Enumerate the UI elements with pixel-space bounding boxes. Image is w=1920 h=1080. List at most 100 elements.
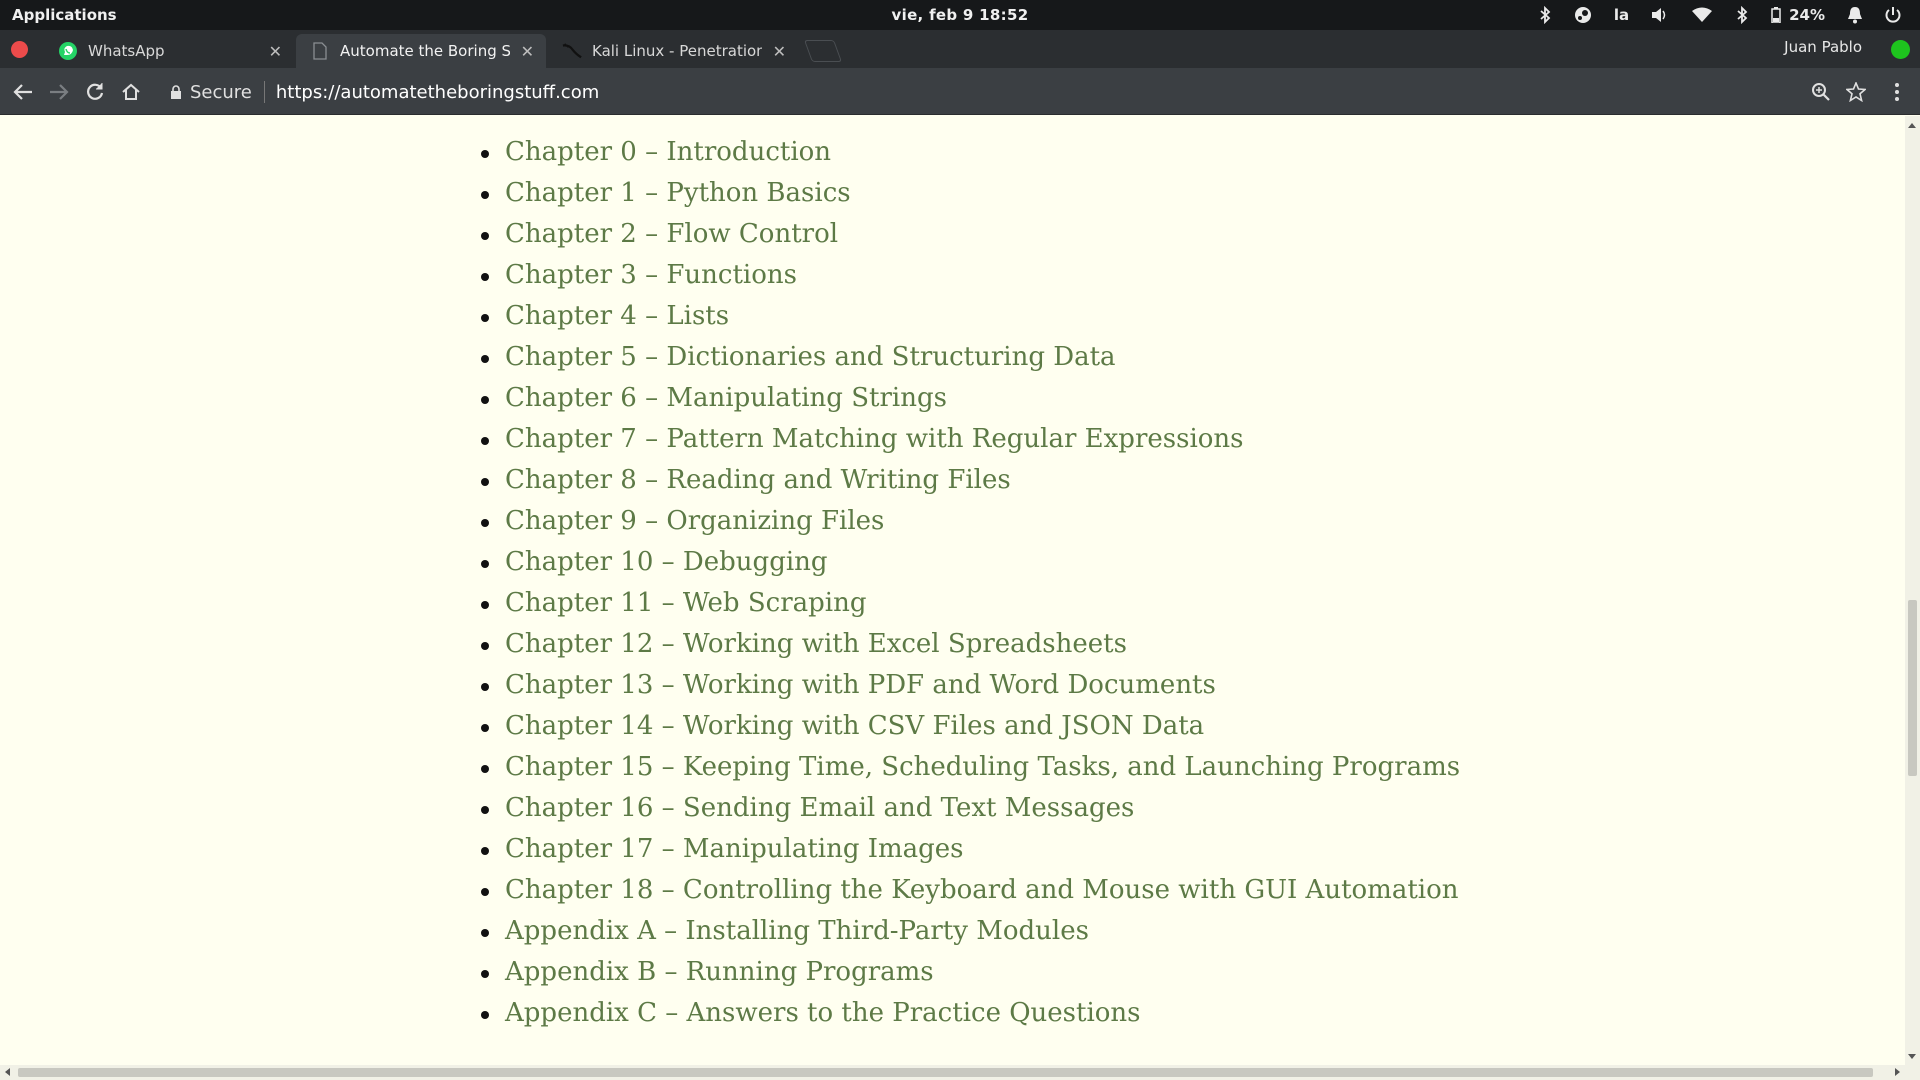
toc-link-text[interactable]: Chapter 12 – Working with Excel Spreadsh… xyxy=(505,629,1127,659)
toc-link[interactable]: Chapter 13 – Working with PDF and Word D… xyxy=(481,665,1460,706)
volume-icon[interactable] xyxy=(1640,0,1680,30)
battery-indicator[interactable]: 24% xyxy=(1760,0,1836,30)
toc-link-text[interactable]: Chapter 8 – Reading and Writing Files xyxy=(505,465,1011,495)
back-button[interactable] xyxy=(8,77,38,107)
toc-link-text[interactable]: Chapter 5 – Dictionaries and Structuring… xyxy=(505,342,1116,372)
list-bullet xyxy=(481,929,489,937)
profile-status-indicator xyxy=(1891,40,1910,59)
keyboard-layout-indicator[interactable]: la xyxy=(1603,0,1640,30)
list-bullet xyxy=(481,191,489,199)
list-bullet xyxy=(481,601,489,609)
browser-toolbar: Secure https://automatetheboringstuff.co… xyxy=(0,68,1920,115)
profile-name[interactable]: Juan Pablo xyxy=(1784,38,1862,56)
toc-link-text[interactable]: Chapter 4 – Lists xyxy=(505,301,729,331)
bluetooth-icon[interactable] xyxy=(1724,0,1760,30)
toc-link[interactable]: Chapter 14 – Working with CSV Files and … xyxy=(481,706,1460,747)
arrow-right-icon xyxy=(50,84,69,100)
toc-link[interactable]: Chapter 7 – Pattern Matching with Regula… xyxy=(481,419,1460,460)
horizontal-scrollbar[interactable] xyxy=(0,1065,1920,1080)
address-bar[interactable]: Secure https://automatetheboringstuff.co… xyxy=(160,76,1780,108)
toc-link[interactable]: Chapter 17 – Manipulating Images xyxy=(481,829,1460,870)
toc-link-text[interactable]: Appendix B – Running Programs xyxy=(505,957,934,987)
toc-link-text[interactable]: Chapter 7 – Pattern Matching with Regula… xyxy=(505,424,1244,454)
security-indicator[interactable]: Secure xyxy=(170,82,252,103)
toc-link[interactable]: Appendix A – Installing Third-Party Modu… xyxy=(481,911,1460,952)
vertical-scroll-thumb[interactable] xyxy=(1908,600,1917,776)
list-bullet xyxy=(481,232,489,240)
new-tab-button[interactable] xyxy=(803,40,843,62)
toc-link-text[interactable]: Chapter 10 – Debugging xyxy=(505,547,828,577)
applications-menu[interactable]: Applications xyxy=(12,6,117,24)
toc-link-text[interactable]: Chapter 15 – Keeping Time, Scheduling Ta… xyxy=(505,752,1460,782)
toc-link[interactable]: Chapter 12 – Working with Excel Spreadsh… xyxy=(481,624,1460,665)
list-bullet xyxy=(481,314,489,322)
power-icon[interactable] xyxy=(1874,0,1912,30)
close-tab-icon[interactable]: ✕ xyxy=(773,42,786,61)
toc-link[interactable]: Appendix B – Running Programs xyxy=(481,952,1460,993)
toc-link[interactable]: Chapter 18 – Controlling the Keyboard an… xyxy=(481,870,1460,911)
toc-link-text[interactable]: Chapter 1 – Python Basics xyxy=(505,178,851,208)
toc-link[interactable]: Chapter 1 – Python Basics xyxy=(481,173,1460,214)
toc-link[interactable]: Chapter 11 – Web Scraping xyxy=(481,583,1460,624)
toc-link[interactable]: Chapter 4 – Lists xyxy=(481,296,1460,337)
scroll-right-arrow[interactable] xyxy=(1895,1068,1900,1076)
list-bullet xyxy=(481,1011,489,1019)
vertical-scrollbar[interactable] xyxy=(1905,116,1920,1065)
toc-link[interactable]: Chapter 10 – Debugging xyxy=(481,542,1460,583)
list-bullet xyxy=(481,642,489,650)
reload-button[interactable] xyxy=(80,77,110,107)
toc-link-text[interactable]: Chapter 6 – Manipulating Strings xyxy=(505,383,947,413)
reload-icon xyxy=(87,83,104,100)
toc-link[interactable]: Chapter 3 – Functions xyxy=(481,255,1460,296)
list-bullet xyxy=(481,478,489,486)
clock[interactable]: vie, feb 9 18:52 xyxy=(892,6,1029,24)
toc-link-text[interactable]: Chapter 0 – Introduction xyxy=(505,137,831,167)
toc-link-text[interactable]: Chapter 11 – Web Scraping xyxy=(505,588,866,618)
wifi-icon[interactable] xyxy=(1680,0,1724,30)
toc-link-text[interactable]: Appendix C – Answers to the Practice Que… xyxy=(505,998,1141,1028)
secure-label: Secure xyxy=(190,81,252,103)
list-bullet xyxy=(481,847,489,855)
scroll-left-arrow[interactable] xyxy=(5,1068,10,1076)
bluetooth-tray-icon[interactable] xyxy=(1527,0,1563,30)
toc-link-text[interactable]: Chapter 17 – Manipulating Images xyxy=(505,834,964,864)
toc-link-text[interactable]: Chapter 9 – Organizing Files xyxy=(505,506,884,536)
toc-link-text[interactable]: Chapter 16 – Sending Email and Text Mess… xyxy=(505,793,1134,823)
system-panel: Applications vie, feb 9 18:52 la 24% xyxy=(0,0,1920,30)
toc-link[interactable]: Chapter 2 – Flow Control xyxy=(481,214,1460,255)
toc-link[interactable]: Chapter 16 – Sending Email and Text Mess… xyxy=(481,788,1460,829)
document-icon xyxy=(310,41,330,61)
toc-link[interactable]: Chapter 9 – Organizing Files xyxy=(481,501,1460,542)
toc-link[interactable]: Chapter 5 – Dictionaries and Structuring… xyxy=(481,337,1460,378)
tab-whatsapp[interactable]: WhatsApp ✕ xyxy=(44,34,294,68)
close-tab-icon[interactable]: ✕ xyxy=(521,42,534,61)
zoom-button[interactable] xyxy=(1806,77,1836,107)
scroll-down-arrow[interactable] xyxy=(1908,1054,1916,1059)
toc-link-text[interactable]: Chapter 14 – Working with CSV Files and … xyxy=(505,711,1204,741)
horizontal-scroll-thumb[interactable] xyxy=(18,1068,1873,1077)
url-text[interactable]: https://automatetheboringstuff.com xyxy=(276,82,599,103)
home-button[interactable] xyxy=(116,77,146,107)
toc-link[interactable]: Chapter 0 – Introduction xyxy=(481,132,1460,173)
toc-link[interactable]: Chapter 15 – Keeping Time, Scheduling Ta… xyxy=(481,747,1460,788)
bookmark-button[interactable] xyxy=(1841,77,1871,107)
scroll-up-arrow[interactable] xyxy=(1908,123,1916,128)
toc-link[interactable]: Appendix C – Answers to the Practice Que… xyxy=(481,993,1460,1034)
tab-automate-boring-stuff[interactable]: Automate the Boring Stuff ✕ xyxy=(296,34,546,68)
toc-link-text[interactable]: Chapter 3 – Functions xyxy=(505,260,797,290)
menu-button[interactable] xyxy=(1882,77,1912,107)
window-close-button[interactable] xyxy=(11,41,28,58)
steam-icon[interactable] xyxy=(1563,0,1603,30)
toc-link-text[interactable]: Chapter 18 – Controlling the Keyboard an… xyxy=(505,875,1458,905)
toc-link-text[interactable]: Chapter 13 – Working with PDF and Word D… xyxy=(505,670,1216,700)
forward-button[interactable] xyxy=(44,77,74,107)
close-tab-icon[interactable]: ✕ xyxy=(269,42,282,61)
toc-link-text[interactable]: Appendix A – Installing Third-Party Modu… xyxy=(505,916,1089,946)
toc-link[interactable]: Chapter 8 – Reading and Writing Files xyxy=(481,460,1460,501)
toc-link-text[interactable]: Chapter 2 – Flow Control xyxy=(505,219,838,249)
notifications-bell-icon[interactable] xyxy=(1836,0,1874,30)
list-bullet xyxy=(481,560,489,568)
toc-link[interactable]: Chapter 6 – Manipulating Strings xyxy=(481,378,1460,419)
tab-kali-linux[interactable]: Kali Linux - Penetration ✕ xyxy=(548,34,798,68)
address-divider xyxy=(263,81,265,103)
